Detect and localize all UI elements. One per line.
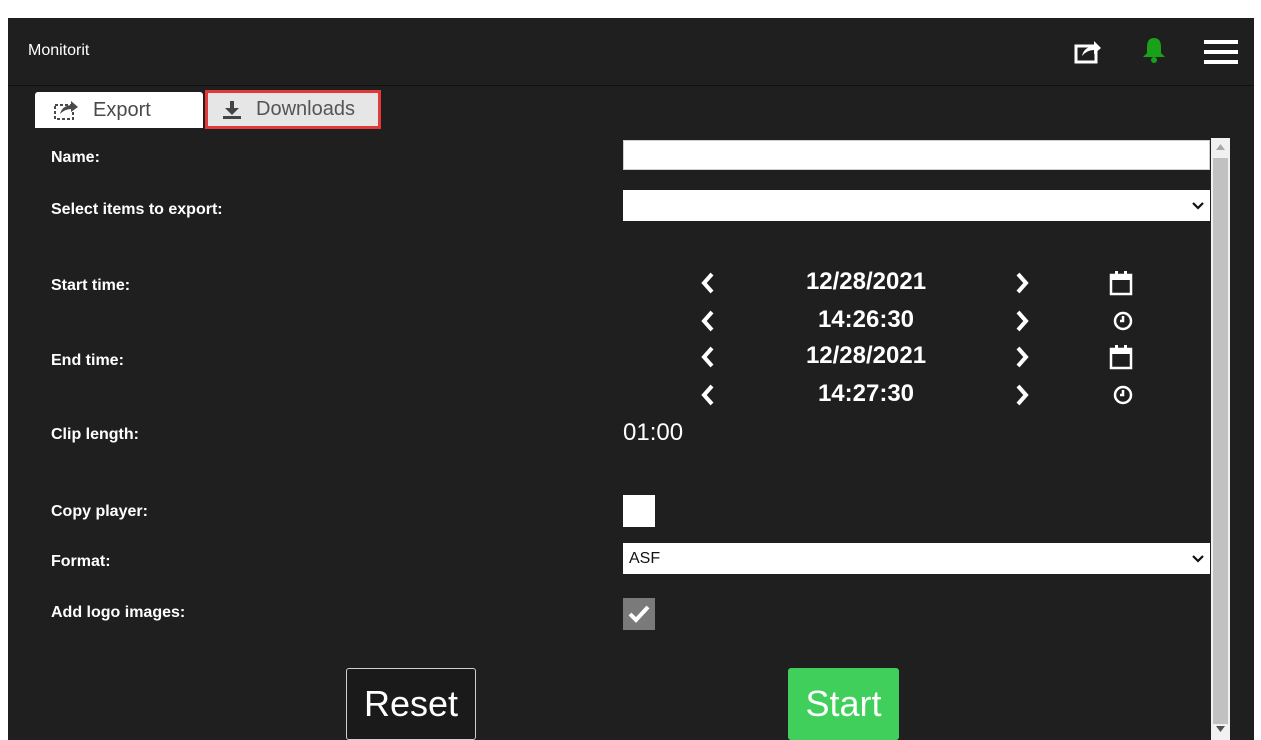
tab-export-label: Export	[93, 98, 151, 121]
scroll-up-icon[interactable]	[1216, 144, 1225, 150]
start-time-row: 14:26:30	[690, 306, 1150, 338]
start-clock-icon[interactable]	[1112, 310, 1134, 332]
end-time-value: 14:27:30	[817, 380, 915, 407]
end-date-row: 12/28/2021	[690, 342, 1150, 374]
tab-export[interactable]: Export	[35, 92, 203, 128]
bell-icon[interactable]	[1141, 36, 1167, 69]
add-logo-label: Add logo images:	[51, 604, 186, 621]
start-calendar-icon[interactable]	[1108, 270, 1134, 296]
export-icon	[54, 101, 78, 120]
download-icon	[223, 100, 241, 119]
end-date-value: 12/28/2021	[805, 342, 927, 369]
reset-button[interactable]: Reset	[346, 668, 476, 740]
format-dropdown[interactable]: ASF	[623, 543, 1210, 574]
start-time-value: 14:26:30	[817, 306, 915, 333]
start-time-next-icon[interactable]	[1014, 309, 1030, 333]
select-items-dropdown[interactable]	[623, 190, 1210, 221]
end-time-next-icon[interactable]	[1014, 383, 1030, 407]
tab-downloads[interactable]: Downloads	[205, 90, 381, 129]
hamburger-menu-icon[interactable]	[1204, 38, 1238, 71]
add-logo-checkbox[interactable]	[623, 598, 655, 630]
clip-length-label: Clip length:	[51, 426, 139, 443]
format-value: ASF	[629, 549, 661, 567]
scrollbar[interactable]	[1211, 138, 1230, 740]
scroll-down-icon[interactable]	[1216, 726, 1225, 732]
name-label: Name:	[51, 149, 100, 166]
title-bar: Monitorit	[8, 18, 1254, 86]
checkmark-icon	[628, 605, 650, 623]
share-icon[interactable]	[1074, 38, 1102, 69]
tab-downloads-label: Downloads	[256, 98, 355, 120]
start-date-next-icon[interactable]	[1014, 271, 1030, 295]
chevron-down-icon	[1192, 201, 1204, 210]
select-items-label: Select items to export:	[51, 201, 223, 218]
end-time-label: End time:	[51, 352, 124, 369]
start-date-value: 12/28/2021	[805, 268, 927, 295]
chevron-down-icon	[1192, 554, 1204, 563]
format-label: Format:	[51, 553, 111, 570]
end-date-next-icon[interactable]	[1014, 345, 1030, 369]
end-time-row: 14:27:30	[690, 380, 1150, 412]
clip-length-value: 01:00	[623, 419, 684, 446]
name-input[interactable]	[623, 140, 1210, 170]
start-button[interactable]: Start	[788, 668, 899, 740]
end-calendar-icon[interactable]	[1108, 344, 1134, 370]
scroll-thumb[interactable]	[1213, 158, 1228, 724]
copy-player-label: Copy player:	[51, 503, 148, 520]
end-clock-icon[interactable]	[1112, 384, 1134, 406]
start-time-label: Start time:	[51, 277, 131, 294]
start-date-row: 12/28/2021	[690, 268, 1150, 300]
app-title: Monitorit	[28, 42, 90, 59]
copy-player-checkbox[interactable]	[623, 495, 655, 527]
